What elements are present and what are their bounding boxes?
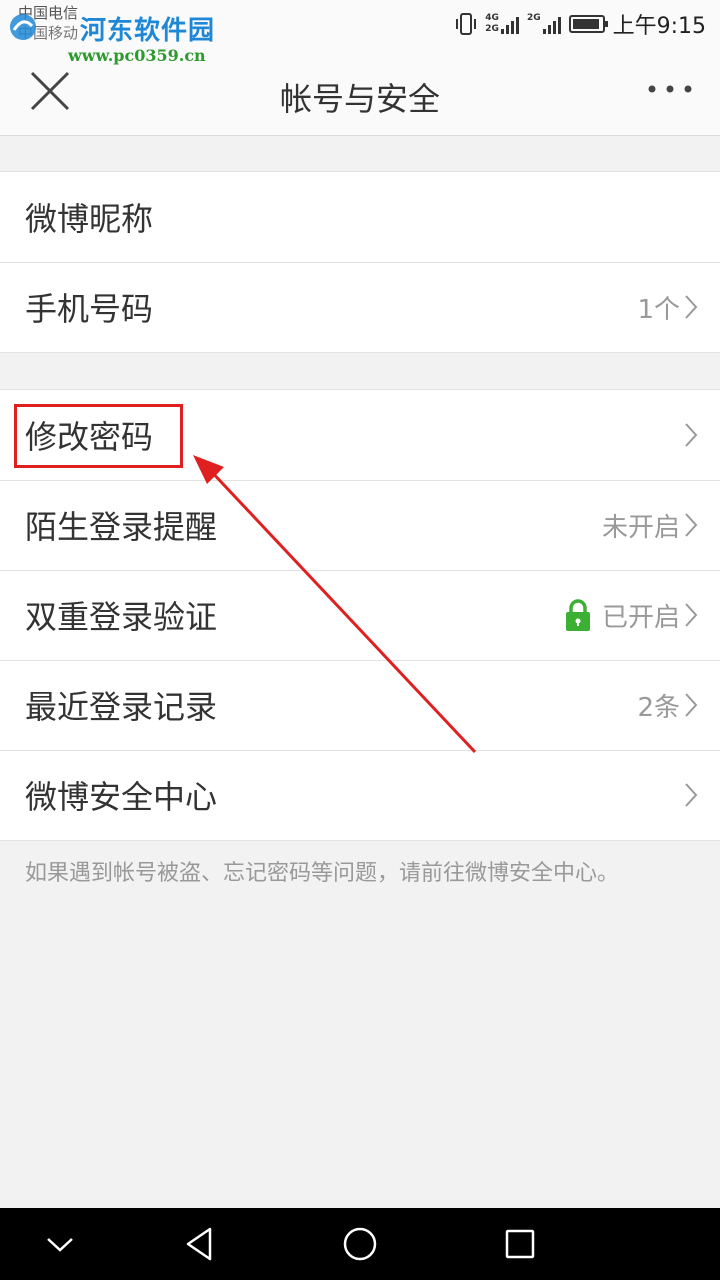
row-weibo-nickname[interactable]: 微博昵称 [0,172,720,262]
chevron-down-icon[interactable] [40,1224,80,1264]
row-label: 微博昵称 [25,200,154,238]
signal-bars-icon [542,14,561,34]
chevron-right-icon [685,603,698,627]
battery-icon [568,15,608,33]
signal-1: 4G 2G [485,14,519,34]
vibrate-icon [456,13,477,35]
home-circle-icon[interactable] [340,1224,380,1264]
row-value: 已开启 [601,602,680,633]
row-weibo-security-center[interactable]: 微博安全中心 [0,750,720,840]
network-type-2: 2G [485,24,499,34]
recents-square-icon[interactable] [500,1224,540,1264]
chevron-right-icon [685,783,698,807]
lock-icon [565,599,590,631]
chevron-right-icon [685,693,698,717]
network-type-1: 4G [485,13,499,23]
row-phone-number[interactable]: 手机号码 1个 [0,262,720,352]
account-info-group: 微博昵称 手机号码 1个 [0,171,720,353]
row-value: 2条 [637,692,680,723]
row-two-step-verification[interactable]: 双重登录验证 已开启 [0,570,720,660]
chevron-right-icon [685,423,698,447]
row-label: 微博安全中心 [25,778,218,816]
row-label: 手机号码 [25,290,154,328]
watermark-url: www.pc0359.cn [68,46,206,65]
chevron-right-icon [685,513,698,537]
signal-2: 2G [527,14,561,34]
watermark-title: 河东软件园 [80,16,216,46]
system-nav-bar [0,1208,720,1280]
row-recent-login-records[interactable]: 最近登录记录 2条 [0,660,720,750]
status-bar: 中国电信 中国移动 河东软件园 4G 2G 2G 上午9:15 [0,0,720,48]
row-label: 陌生登录提醒 [25,508,218,546]
row-stranger-login-alert[interactable]: 陌生登录提醒 未开启 [0,480,720,570]
row-label: 最近登录记录 [25,688,218,726]
annotation-highlight-box [14,404,183,468]
row-label: 双重登录验证 [25,598,218,636]
signal-bars-icon [500,14,519,34]
more-icon[interactable] [646,82,694,96]
chevron-right-icon [685,295,698,319]
network-type-3: 2G [526,13,541,23]
row-value: 未开启 [601,512,680,543]
page-title: 帐号与安全 [279,80,440,118]
footnote-text: 如果遇到帐号被盗、忘记密码等问题，请前往微博安全中心。 [25,861,620,886]
watermark-logo-icon [10,14,36,40]
status-icons: 4G 2G 2G 上午9:15 [455,10,706,39]
row-value: 1个 [637,294,680,325]
clock: 上午9:15 [612,14,706,39]
back-triangle-icon[interactable] [180,1224,220,1264]
